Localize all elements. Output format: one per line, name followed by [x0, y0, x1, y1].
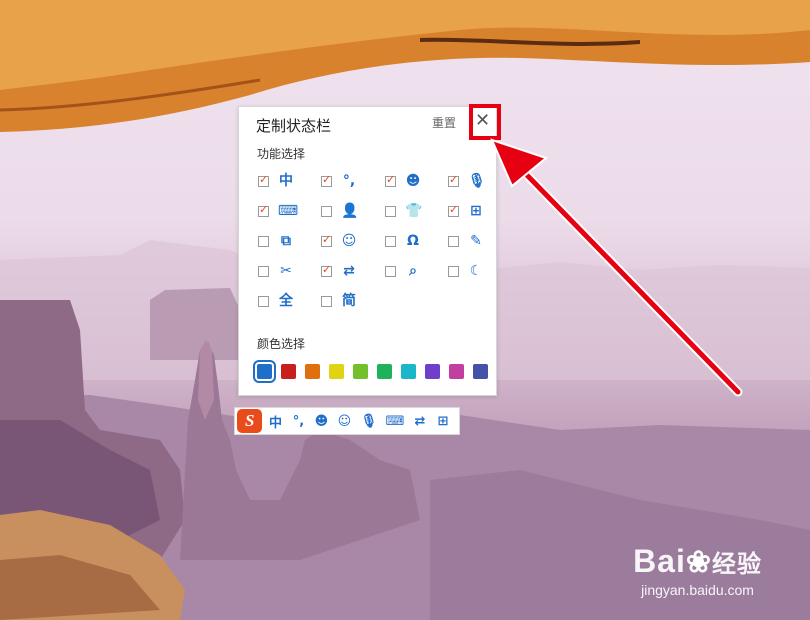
- full-width-icon: 全: [279, 293, 293, 309]
- color-swatch[interactable]: [253, 360, 276, 383]
- function-grid: 中 °, ☻ 🎙 ⌨ 👤 👕 ⊞ ⧉ ☺ Ω ✎ ✂ ⇄ ⌕ ☾ 全 简: [258, 171, 488, 311]
- color-swatch[interactable]: [281, 364, 296, 379]
- function-checkbox[interactable]: [258, 173, 269, 187]
- function-checkbox[interactable]: [448, 265, 459, 277]
- function-checkbox[interactable]: [258, 295, 269, 307]
- expression-icon: ☺: [341, 233, 357, 249]
- function-option-punctuation[interactable]: °,: [321, 171, 361, 191]
- function-option-search[interactable]: ⌕: [385, 261, 425, 281]
- simplified-icon: 简: [342, 293, 356, 309]
- function-section-title: 功能选择: [257, 147, 306, 161]
- keyboard-icon: ⌨: [277, 203, 299, 219]
- color-swatch[interactable]: [305, 364, 320, 379]
- function-option-apps[interactable]: ⊞: [448, 201, 488, 221]
- color-swatch[interactable]: [377, 364, 392, 379]
- statusbar-icon[interactable]: ⊞: [436, 414, 450, 429]
- function-checkbox[interactable]: [448, 235, 459, 247]
- function-checkbox[interactable]: [258, 265, 269, 277]
- function-option-chinese-mode[interactable]: 中: [258, 171, 298, 191]
- function-option-handwriting[interactable]: ✎: [448, 231, 488, 251]
- night-mode-icon: ☾: [469, 263, 483, 279]
- function-checkbox[interactable]: [321, 263, 332, 277]
- function-checkbox[interactable]: [385, 235, 396, 247]
- close-highlight-box: [469, 104, 501, 140]
- emoji-icon: ☻: [405, 173, 421, 189]
- apps-icon: ⊞: [470, 203, 482, 219]
- function-checkbox[interactable]: [385, 173, 396, 187]
- function-checkbox[interactable]: [321, 205, 332, 217]
- watermark-logo-text: Bai: [633, 543, 686, 579]
- function-option-night-mode[interactable]: ☾: [448, 261, 488, 281]
- function-checkbox[interactable]: [385, 265, 396, 277]
- function-option-skin[interactable]: 👕: [385, 201, 425, 221]
- function-checkbox[interactable]: [321, 173, 332, 187]
- function-checkbox[interactable]: [321, 233, 332, 247]
- paw-icon: ❀: [685, 546, 712, 579]
- function-option-keyboard[interactable]: ⌨: [258, 201, 298, 221]
- function-option-full-width[interactable]: 全: [258, 291, 298, 311]
- microphone-icon: 🎙: [468, 173, 486, 189]
- watermark-logo-suffix: 经验: [712, 551, 762, 578]
- statusbar-icon[interactable]: ⌨: [386, 414, 405, 429]
- function-checkbox[interactable]: [448, 203, 459, 217]
- ime-statusbar: S 中 °, ☻ ☺ 🎙 ⌨ ⇄ ⊞: [234, 407, 460, 435]
- function-option-emoji[interactable]: ☻: [385, 171, 425, 191]
- statusbar-icon[interactable]: °,: [291, 414, 305, 429]
- function-option-user[interactable]: 👤: [321, 201, 361, 221]
- function-option-simplified[interactable]: 简: [321, 291, 361, 311]
- translate-icon: ⇄: [343, 263, 355, 279]
- color-swatch[interactable]: [401, 364, 416, 379]
- clipboard-icon: ⧉: [281, 233, 291, 249]
- customize-statusbar-panel: 定制状态栏 重置 ✕ 功能选择 中°,☻🎙⌨👤👕⊞⧉☺Ω✎✂⇄⌕☾全简 颜色选择: [238, 106, 497, 396]
- function-checkbox[interactable]: [258, 203, 269, 217]
- color-swatch[interactable]: [329, 364, 344, 379]
- statusbar-icon[interactable]: ⇄: [413, 414, 427, 429]
- chinese-mode-icon: 中: [279, 173, 293, 189]
- color-swatch[interactable]: [353, 364, 368, 379]
- panel-title: 定制状态栏: [256, 117, 332, 135]
- color-swatch[interactable]: [425, 364, 440, 379]
- handwriting-icon: ✎: [470, 233, 482, 249]
- screenshot-icon: ✂: [280, 263, 292, 279]
- special-char-icon: Ω: [407, 233, 419, 249]
- punctuation-icon: °,: [342, 173, 356, 189]
- function-checkbox[interactable]: [385, 205, 396, 217]
- sogou-logo-icon[interactable]: S: [237, 409, 263, 433]
- color-section-title: 颜色选择: [257, 337, 306, 351]
- statusbar-icon[interactable]: 中: [268, 412, 282, 431]
- skin-icon: 👕: [405, 203, 423, 219]
- function-option-microphone[interactable]: 🎙: [448, 171, 488, 191]
- user-icon: 👤: [341, 203, 359, 219]
- function-option-special-char[interactable]: Ω: [385, 231, 425, 251]
- statusbar-icon[interactable]: ☻: [314, 414, 329, 429]
- reset-button[interactable]: 重置: [432, 114, 456, 131]
- watermark-logo: Bai❀经验: [633, 543, 762, 580]
- function-checkbox[interactable]: [258, 235, 269, 247]
- statusbar-icon[interactable]: 🎙: [360, 414, 377, 429]
- function-option-translate[interactable]: ⇄: [321, 261, 361, 281]
- baidu-watermark: Bai❀经验 jingyan.baidu.com: [633, 543, 762, 598]
- function-option-screenshot[interactable]: ✂: [258, 261, 298, 281]
- function-option-expression[interactable]: ☺: [321, 231, 361, 251]
- statusbar-icon[interactable]: ☺: [337, 414, 352, 429]
- function-checkbox[interactable]: [448, 173, 459, 187]
- color-swatch[interactable]: [449, 364, 464, 379]
- color-swatch[interactable]: [473, 364, 488, 379]
- watermark-url: jingyan.baidu.com: [641, 582, 754, 598]
- function-checkbox[interactable]: [321, 295, 332, 307]
- search-icon: ⌕: [409, 263, 417, 279]
- function-option-clipboard[interactable]: ⧉: [258, 231, 298, 251]
